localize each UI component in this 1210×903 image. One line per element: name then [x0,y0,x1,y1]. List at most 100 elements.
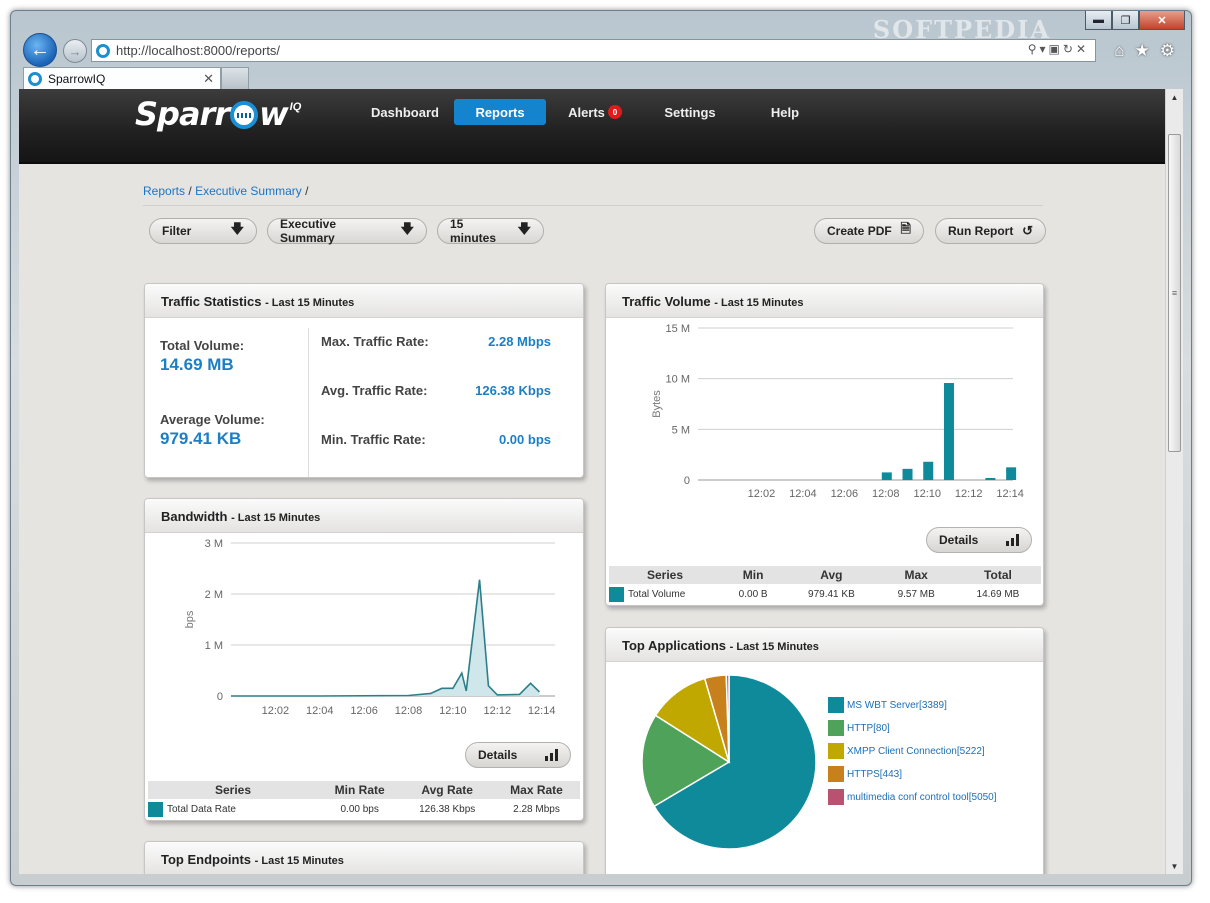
url-text[interactable]: http://localhost:8000/reports/ [116,43,280,58]
nav-help-label: Help [770,104,800,120]
legend-label: MS WBT Server[3389] [847,699,947,711]
pie-legend-item[interactable]: HTTPS[443] [828,766,902,782]
table-header: Series [609,566,721,584]
x-tick-label: 12:12 [484,705,512,717]
x-tick-label: 12:08 [395,705,423,717]
close-window-button[interactable]: ✕ [1139,11,1185,30]
x-tick-label: 12:06 [831,488,859,500]
legend-swatch [828,697,844,713]
close-tab-icon[interactable]: ✕ [203,71,214,87]
traffic-volume-bar [923,461,934,480]
x-tick-label: 12:06 [350,705,378,717]
compat-view-icon[interactable]: ▣ [1049,42,1063,56]
traffic-volume-details-button[interactable]: Details [926,527,1032,553]
pie-legend-item[interactable]: XMPP Client Connection[5222] [828,743,985,759]
legend-swatch [828,743,844,759]
min-rate-label: Min. Traffic Rate: [321,432,426,447]
logo-superscript: IQ [289,101,302,113]
x-tick-label: 12:12 [955,488,983,500]
breadcrumb-reports[interactable]: Reports [143,184,185,198]
top-endpoints-panel: Top Endpoints - Last 15 Minutes [144,841,584,874]
min-cell: 0.00 B [738,588,768,600]
x-tick-label: 12:02 [748,488,776,500]
min-rate-cell: 0.00 bps [340,803,379,815]
nav-help[interactable]: Help [739,99,831,125]
traffic-volume-bar [943,383,954,480]
scroll-thumb[interactable]: ≡ [1168,134,1181,452]
y-tick-label: 5 M [672,424,690,436]
y-tick-label: 1 M [205,640,223,652]
scroll-up-arrow-icon[interactable]: ▲ [1166,89,1183,105]
search-icon[interactable]: ⚲ [1028,42,1040,56]
breadcrumb-executive-summary[interactable]: Executive Summary [195,184,302,198]
panel-subtitle: - Last 15 Minutes [265,297,355,309]
table-header: Max [877,566,955,584]
bandwidth-title: Bandwidth [161,509,228,524]
legend-swatch [828,720,844,736]
avg-rate-cell: 126.38 Kbps [419,803,476,815]
stop-icon[interactable]: ✕ [1076,42,1089,56]
panel-title: Traffic Volume - Last 15 Minutes [606,284,1043,318]
nav-reports-label: Reports [475,104,525,120]
run-report-button[interactable]: Run Report ↺ [935,218,1046,244]
maximize-button[interactable]: ❐ [1112,11,1139,30]
breadcrumb-divider [143,205,1043,206]
nav-alerts[interactable]: Alerts 0 [549,99,641,125]
logo-wordmark: Sparr w [135,95,289,133]
table-header: Avg Rate [401,781,494,799]
address-bar-tools[interactable]: ⚲▾▣↻✕ [1028,42,1089,56]
table-row: Total Volume 0.00 B 979.41 KB 9.57 MB 14… [609,584,1041,604]
refresh-icon[interactable]: ↻ [1063,42,1076,56]
dropdown-icon[interactable]: ▾ [1040,42,1049,56]
bandwidth-panel: Bandwidth - Last 15 Minutes 0 1 M 2 M 3 M bp… [144,498,584,821]
scroll-down-arrow-icon[interactable]: ▼ [1166,858,1183,874]
table-header-row: Series Min Rate Avg Rate Max Rate [148,781,580,799]
average-volume-value: 979.41 KB [160,429,242,448]
vertical-scrollbar[interactable]: ▲ ≡ ▼ [1165,89,1183,874]
traffic-volume-title: Traffic Volume [622,294,711,309]
legend-label: HTTPS[443] [847,768,903,780]
forward-button[interactable]: → [63,39,87,63]
stats-divider [308,328,309,477]
traffic-statistics-title: Traffic Statistics [161,294,262,309]
back-button[interactable]: ← [23,33,57,67]
panel-title: Top Applications - Last 15 Minutes [606,628,1043,662]
nav-reports[interactable]: Reports [454,99,546,125]
logo-o-icon [230,101,259,129]
breadcrumb-separator: / [188,184,192,198]
pie-legend-item[interactable]: multimedia conf control tool[5050] [828,789,997,805]
sparrowiq-logo[interactable]: Sparr w IQ [135,95,301,133]
minimize-button[interactable]: ▬ [1085,11,1112,30]
pie-legend-item[interactable]: HTTP[80] [828,720,890,736]
y-tick-label: 10 M [666,374,690,386]
y-tick-label: 3 M [205,538,223,550]
bandwidth-chart: 0 1 M 2 M 3 M bps 12:02 12:04 12:06 12:08 12:10 12… [184,538,555,717]
max-rate-value: 2.28 Mbps [488,334,551,349]
nav-settings[interactable]: Settings [644,99,736,125]
series-name: Total Volume [628,588,686,600]
bandwidth-details-button[interactable]: Details [465,742,571,768]
y-tick-label: 0 [217,691,223,703]
gear-icon[interactable]: ⚙ [1160,41,1175,61]
panel-subtitle: - Last 15 Minutes [254,855,344,867]
traffic-statistics-panel: Traffic Statistics - Last 15 Minutes Tot… [144,283,584,478]
nav-dashboard[interactable]: Dashboard [359,99,451,125]
legend-swatch [828,789,844,805]
browser-tab[interactable]: SparrowIQ ✕ [23,67,221,89]
bar-chart-icon [545,749,558,761]
series-swatch [148,801,163,817]
star-icon[interactable]: ★ [1135,41,1150,61]
y-tick-label: 15 M [666,323,690,335]
report-type-dropdown[interactable]: Executive Summary 🡇 [267,217,427,245]
series-name: Total Data Rate [167,803,236,815]
pie-legend-item[interactable]: MS WBT Server[3389] [828,697,947,713]
create-pdf-button[interactable]: Create PDF 🗎 [814,218,924,244]
panel-subtitle: - Last 15 Minutes [231,512,321,524]
new-tab-button[interactable] [221,67,249,89]
home-icon[interactable]: ⌂ [1114,41,1124,61]
filter-dropdown[interactable]: Filter 🡇 [149,218,257,244]
breadcrumb-separator: / [305,184,309,198]
avg-rate-value: 126.38 Kbps [475,383,551,398]
address-bar[interactable]: http://localhost:8000/reports/ ⚲▾▣↻✕ [91,39,1096,62]
time-range-dropdown[interactable]: 15 minutes 🡇 [437,217,544,245]
